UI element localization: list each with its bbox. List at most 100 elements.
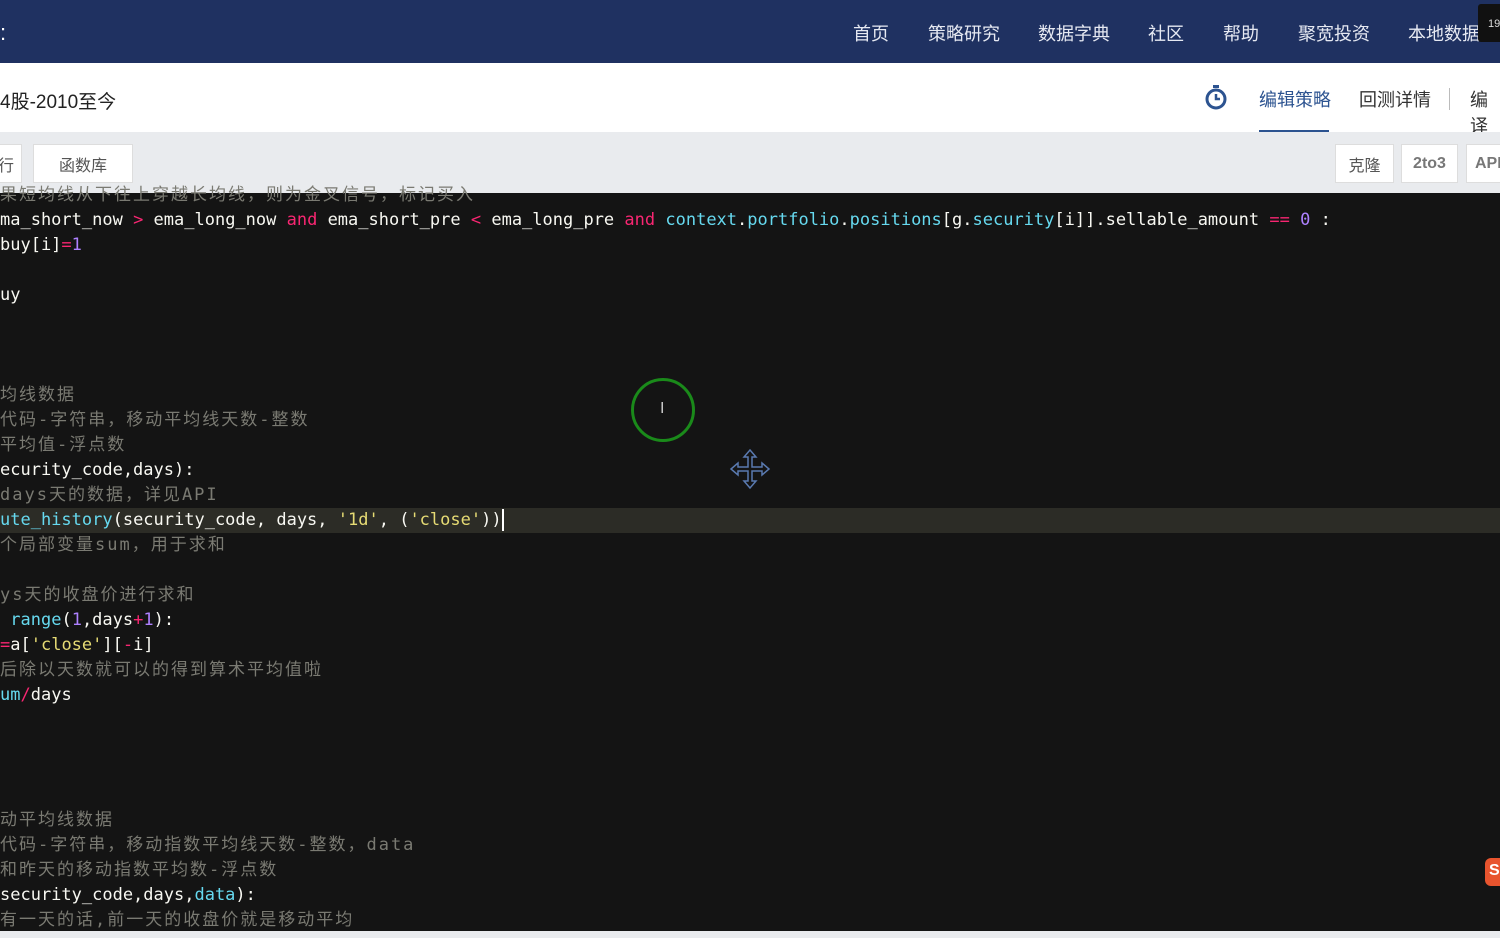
code-token: ):: [153, 610, 175, 630]
clone-button[interactable]: 克隆: [1335, 144, 1394, 183]
code-token: ==: [1269, 210, 1290, 230]
code-comment: 个局部变量sum，用于求和: [0, 535, 227, 555]
code-token: +: [133, 610, 144, 630]
code-token: i]: [133, 635, 154, 655]
code-token: =: [0, 635, 11, 655]
code-line[interactable]: 代码-字符串，移动指数平均线天数-整数，data: [0, 833, 1500, 858]
move-cursor-icon: [729, 448, 771, 490]
strategy-header: 4股-2010至今 编辑策略 回测详情 编译: [0, 63, 1500, 136]
code-line[interactable]: 均线数据: [0, 383, 1500, 408]
code-token: 'close': [30, 635, 103, 655]
code-token: =: [61, 235, 72, 255]
code-line[interactable]: security_code,days,data):: [0, 883, 1500, 908]
code-comment: 和昨天的移动指数平均数-浮点数: [0, 860, 279, 880]
code-line[interactable]: [0, 258, 1500, 283]
code-token: ema_long_pre: [481, 210, 625, 230]
code-token: ecurity_code,days):: [0, 460, 195, 480]
code-line[interactable]: [0, 733, 1500, 758]
code-editor[interactable]: 果短均线从下往上穿越长均线，则为金叉信号，标记买入 ma_short_now > …: [0, 185, 1500, 933]
code-token: days: [30, 685, 72, 705]
code-line[interactable]: range(1,days+1):: [0, 608, 1500, 633]
code-line[interactable]: [0, 333, 1500, 358]
nav-joinquant-invest[interactable]: 聚宽投资: [1298, 20, 1370, 46]
code-line[interactable]: [0, 358, 1500, 383]
nav-help[interactable]: 帮助: [1223, 20, 1259, 46]
code-token: [i]].: [1054, 210, 1106, 230]
notification-badge[interactable]: 19: [1478, 4, 1500, 42]
nav-home[interactable]: 首页: [853, 20, 889, 46]
code-token: <: [470, 210, 482, 230]
tab-edit-strategy[interactable]: 编辑策略: [1259, 86, 1331, 112]
code-token: .: [737, 210, 748, 230]
code-line[interactable]: um/days: [0, 683, 1500, 708]
code-line[interactable]: 果短均线从下往上穿越长均线，则为金叉信号，标记买入: [0, 183, 1500, 208]
code-comment: 平均值-浮点数: [0, 435, 127, 455]
code-line[interactable]: [0, 308, 1500, 333]
code-token: data: [194, 885, 236, 905]
code-comment: 均线数据: [0, 385, 76, 405]
code-line[interactable]: 代码-字符串，移动平均线天数-整数: [0, 408, 1500, 433]
code-token: 'close': [409, 510, 482, 530]
nav-strategy-research[interactable]: 策略研究: [928, 20, 1000, 46]
code-token: ):: [235, 885, 256, 905]
code-token: positions: [849, 210, 942, 230]
text-cursor-icon: I: [660, 400, 665, 417]
code-token: 0: [1300, 210, 1311, 230]
code-comment: 代码-字符串，移动指数平均线天数-整数，data: [0, 835, 416, 855]
timer-icon[interactable]: [1204, 85, 1228, 111]
code-line[interactable]: 和昨天的移动指数平均数-浮点数: [0, 858, 1500, 883]
api-button[interactable]: API: [1466, 144, 1500, 183]
code-token: context: [665, 210, 738, 230]
code-token: 1: [71, 235, 82, 255]
code-token: ma_short_now: [0, 210, 134, 230]
code-token: '1d': [337, 510, 379, 530]
tab-compile[interactable]: 编译: [1470, 86, 1500, 138]
nav-data-dictionary[interactable]: 数据字典: [1038, 20, 1110, 46]
code-token: uy: [0, 285, 21, 305]
code-line[interactable]: [0, 783, 1500, 808]
status-strip: [0, 931, 1500, 938]
code-token: /: [20, 685, 31, 705]
code-token: and: [286, 210, 318, 230]
nav-local-data[interactable]: 本地数据: [1408, 20, 1480, 46]
nav-community[interactable]: 社区: [1148, 20, 1184, 46]
code-token: )): [481, 510, 502, 530]
code-line[interactable]: 有一天的话,前一天的收盘价就是移动平均: [0, 908, 1500, 933]
code-line[interactable]: 个局部变量sum，用于求和: [0, 533, 1500, 558]
code-line[interactable]: ys天的收盘价进行求和: [0, 583, 1500, 608]
code-line[interactable]: buy[i]=1: [0, 233, 1500, 258]
code-token: range: [10, 610, 62, 630]
code-line[interactable]: 后除以天数就可以的得到算术平均值啦: [0, 658, 1500, 683]
2to3-button[interactable]: 2to3: [1401, 144, 1458, 183]
code-comment: ys天的收盘价进行求和: [0, 585, 196, 605]
toolbar-button-left[interactable]: 行: [0, 144, 22, 183]
code-token: security_code,days,: [0, 885, 195, 905]
code-token: portfolio: [747, 210, 840, 230]
function-library-button[interactable]: 函数库: [33, 144, 133, 183]
strategy-title: 4股-2010至今: [0, 92, 117, 113]
code-comment: 后除以天数就可以的得到算术平均值啦: [0, 660, 323, 680]
divider: [1449, 88, 1450, 110]
menu-icon[interactable]: :: [0, 20, 6, 46]
code-line[interactable]: uy: [0, 283, 1500, 308]
code-token: a[: [10, 635, 31, 655]
top-navbar: : 首页 策略研究 数据字典 社区 帮助 聚宽投资 本地数据 19: [0, 0, 1500, 63]
code-line[interactable]: [0, 558, 1500, 583]
tab-backtest-details[interactable]: 回测详情: [1359, 86, 1431, 112]
code-line[interactable]: 动平均线数据: [0, 808, 1500, 833]
code-line[interactable]: [0, 758, 1500, 783]
code-token: -: [122, 635, 134, 655]
input-method-icon[interactable]: S: [1485, 858, 1500, 886]
code-token: [g.: [941, 210, 973, 230]
code-token: ][: [102, 635, 123, 655]
code-line[interactable]: ute_history(security_code, days, '1d', (…: [0, 508, 1500, 533]
code-line[interactable]: =a['close'][-i]: [0, 633, 1500, 658]
code-line[interactable]: [0, 708, 1500, 733]
code-token: (security_code, days,: [112, 510, 338, 530]
code-token: sellable_amount: [1105, 210, 1270, 230]
code-line[interactable]: ma_short_now > ema_long_now and ema_shor…: [0, 208, 1500, 233]
code-comment: 动平均线数据: [0, 810, 114, 830]
